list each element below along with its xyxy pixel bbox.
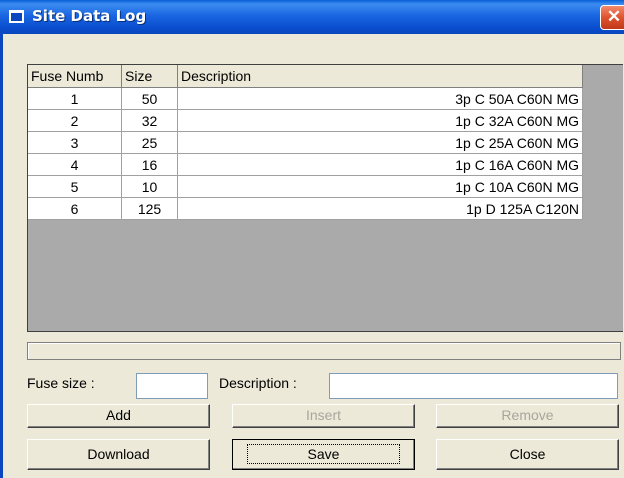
cell-size[interactable]: 32 [121,109,178,132]
cell-size[interactable]: 125 [121,197,178,220]
window-title: Site Data Log [32,7,147,25]
cell-description[interactable]: 1p C 32A C60N MG [177,109,583,132]
fuse-size-input[interactable] [136,373,208,399]
insert-button[interactable]: Insert [232,404,415,428]
download-button[interactable]: Download [27,439,210,470]
fuse-data-grid[interactable]: Fuse Numb Size Description 1 50 3p C 50A… [27,64,623,332]
cell-fuse-number[interactable]: 4 [28,153,122,176]
table-row[interactable]: 5 10 1p C 10A C60N MG [28,175,583,198]
cell-description[interactable]: 1p D 125A C120N [177,197,583,220]
table-row[interactable]: 2 32 1p C 32A C60N MG [28,109,583,132]
cell-size[interactable]: 25 [121,131,178,154]
cell-size[interactable]: 10 [121,175,178,198]
column-header-description[interactable]: Description [177,65,583,88]
fuse-table: Fuse Numb Size Description 1 50 3p C 50A… [28,65,583,220]
close-icon: ✕ [606,7,622,26]
cell-fuse-number[interactable]: 5 [28,175,122,198]
title-bar[interactable]: Site Data Log ✕ [0,0,624,34]
table-row[interactable]: 6 125 1p D 125A C120N [28,197,583,220]
cell-fuse-number[interactable]: 6 [28,197,122,220]
cell-fuse-number[interactable]: 1 [28,87,122,110]
cell-fuse-number[interactable]: 3 [28,131,122,154]
window-close-button[interactable]: ✕ [600,5,624,30]
close-button[interactable]: Close [436,439,619,470]
table-row[interactable]: 4 16 1p C 16A C60N MG [28,153,583,176]
description-label: Description : [219,375,297,391]
column-header-size[interactable]: Size [121,65,178,88]
window-frame-left [0,34,3,478]
cell-fuse-number[interactable]: 2 [28,109,122,132]
save-button[interactable]: Save [232,439,415,470]
column-header-fuse-number[interactable]: Fuse Numb [28,65,122,88]
cell-description[interactable]: 3p C 50A C60N MG [177,87,583,110]
description-input[interactable] [329,373,618,399]
cell-description[interactable]: 1p C 10A C60N MG [177,175,583,198]
cell-size[interactable]: 50 [121,87,178,110]
save-button-label: Save [246,444,401,464]
remove-button[interactable]: Remove [436,404,619,428]
fuse-size-label: Fuse size : [27,375,95,391]
table-header-row: Fuse Numb Size Description [28,65,583,88]
cell-description[interactable]: 1p C 16A C60N MG [177,153,583,176]
window-icon [9,10,24,23]
table-row[interactable]: 1 50 3p C 50A C60N MG [28,87,583,110]
add-button[interactable]: Add [27,404,210,428]
cell-description[interactable]: 1p C 25A C60N MG [177,131,583,154]
table-row[interactable]: 3 25 1p C 25A C60N MG [28,131,583,154]
progress-bar [27,342,621,360]
cell-size[interactable]: 16 [121,153,178,176]
